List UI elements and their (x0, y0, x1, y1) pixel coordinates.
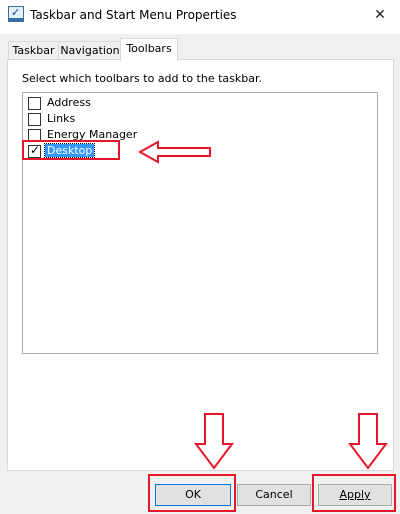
tab-taskbar[interactable]: Taskbar (8, 41, 59, 60)
title-bar: ✓ Taskbar and Start Menu Properties ✕ (0, 0, 400, 34)
taskbar-properties-icon: ✓ (8, 6, 24, 22)
down-arrow-apply-annotation-icon (348, 413, 388, 470)
tab-navigation[interactable]: Navigation (58, 41, 122, 60)
links-label: Links (47, 112, 76, 125)
window-title: Taskbar and Start Menu Properties (30, 8, 237, 22)
left-arrow-annotation-icon (138, 140, 211, 164)
ok-highlight-box (148, 474, 236, 512)
address-checkbox[interactable] (28, 97, 41, 110)
toolbars-list[interactable]: Address Links Energy Manager ✓ Desktop (22, 92, 378, 354)
cancel-button[interactable]: Cancel (237, 484, 311, 506)
address-label: Address (47, 96, 91, 109)
apply-highlight-box (312, 474, 396, 512)
links-checkbox[interactable] (28, 113, 41, 126)
down-arrow-ok-annotation-icon (194, 413, 234, 470)
tab-toolbars[interactable]: Toolbars (120, 38, 178, 61)
instruction-text: Select which toolbars to add to the task… (22, 72, 262, 85)
desktop-highlight-box (22, 140, 120, 160)
close-button[interactable]: ✕ (368, 4, 392, 26)
